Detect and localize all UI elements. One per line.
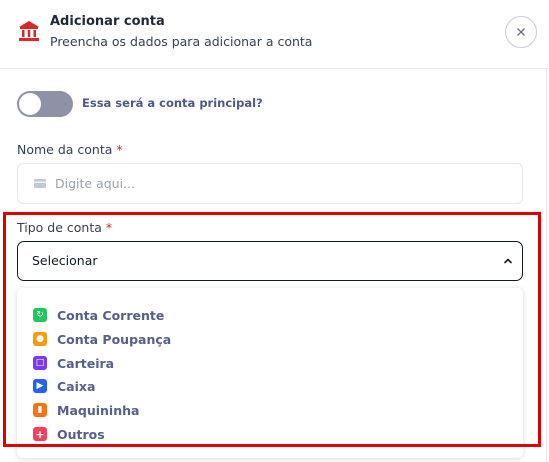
- option-label: Caixa: [57, 378, 96, 394]
- required-mark: *: [105, 220, 113, 235]
- main-account-toggle[interactable]: [17, 91, 73, 117]
- close-button[interactable]: [505, 16, 537, 48]
- modal-edge: [546, 68, 547, 462]
- plus-icon: +: [33, 427, 47, 441]
- close-icon: [517, 28, 525, 36]
- account-type-selected-value: Selecionar: [32, 253, 98, 268]
- required-mark: *: [116, 142, 123, 157]
- modal-header: Adicionar conta Preencha os dados para a…: [0, 0, 549, 69]
- cash-icon: ▶: [33, 379, 47, 393]
- option-label: Outros: [57, 426, 105, 442]
- card-machine-icon: ▮: [33, 403, 47, 417]
- option-label: Maquininha: [57, 402, 140, 418]
- option-label: Carteira: [57, 355, 115, 371]
- option-conta-poupanca[interactable]: ● Conta Poupança: [33, 329, 171, 349]
- option-conta-corrente[interactable]: ↻ Conta Corrente: [33, 305, 164, 325]
- piggy-bank-icon: ●: [33, 332, 47, 346]
- option-outros[interactable]: + Outros: [33, 424, 105, 444]
- option-label: Conta Corrente: [57, 307, 165, 323]
- account-type-label-text: Tipo de conta: [17, 220, 102, 235]
- option-label: Conta Poupança: [57, 331, 172, 347]
- account-type-select[interactable]: Selecionar: [17, 241, 523, 281]
- main-account-toggle-label: Essa será a conta principal?: [82, 96, 263, 110]
- account-type-dropdown: ↻ Conta Corrente ● Conta Poupança □ Cart…: [17, 288, 523, 458]
- account-type-label: Tipo de conta *: [17, 220, 112, 235]
- modal-title: Adicionar conta: [50, 14, 165, 29]
- account-name-label: Nome da conta *: [17, 142, 123, 157]
- checking-icon: ↻: [33, 308, 47, 322]
- card-icon: [34, 179, 46, 188]
- account-name-placeholder: Digite aqui...: [55, 176, 135, 191]
- modal-subtitle: Preencha os dados para adicionar a conta: [50, 34, 313, 49]
- option-caixa[interactable]: ▶ Caixa: [33, 376, 95, 396]
- wallet-icon: □: [33, 356, 47, 370]
- account-name-label-text: Nome da conta: [17, 142, 113, 157]
- option-carteira[interactable]: □ Carteira: [33, 353, 114, 373]
- toggle-knob: [19, 93, 41, 115]
- option-maquininha[interactable]: ▮ Maquininha: [33, 400, 139, 420]
- chevron-up-icon: [504, 258, 512, 264]
- bank-icon: [19, 21, 39, 41]
- account-name-input[interactable]: Digite aqui...: [17, 163, 523, 204]
